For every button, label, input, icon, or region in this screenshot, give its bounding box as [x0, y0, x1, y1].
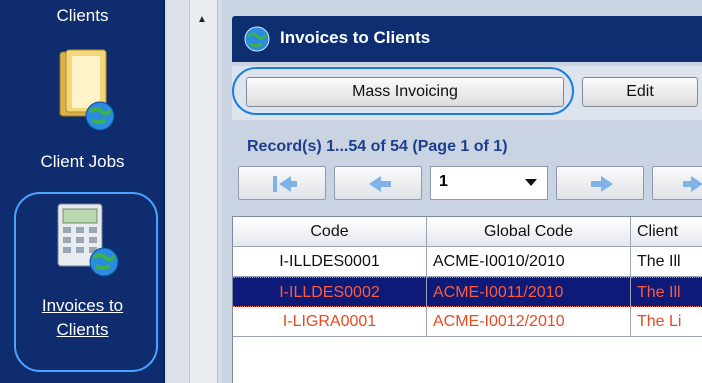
table-header: Code Global Code Client	[233, 217, 702, 247]
toolbar: Mass Invoicing Edit	[232, 66, 702, 120]
table-row[interactable]: I-LIGRA0001 ACME-I0012/2010 The Li	[233, 307, 702, 337]
folder-globe-icon[interactable]	[52, 48, 122, 134]
scrollbar-track[interactable]	[189, 0, 217, 383]
prev-page-button[interactable]	[334, 166, 422, 200]
sidebar-item-label-line2: Clients	[56, 320, 109, 339]
first-page-button[interactable]	[238, 166, 326, 200]
first-page-icon	[273, 176, 297, 192]
mass-invoicing-button[interactable]: Mass Invoicing	[246, 77, 564, 107]
page-select[interactable]: 1	[430, 166, 548, 200]
sidebar: Clients Client Jobs Invoices to Clients	[0, 0, 165, 383]
invoices-table: Code Global Code Client I-ILLDES0001 ACM…	[232, 216, 702, 383]
scroll-up-icon[interactable]: ▲	[192, 14, 212, 28]
cell-code: I-LIGRA0001	[233, 307, 427, 337]
page-select-value: 1	[439, 173, 448, 190]
cell-global-code: ACME-I0011/2010	[427, 277, 631, 307]
chevron-down-icon[interactable]	[525, 179, 537, 186]
sidebar-item-invoices-to-clients[interactable]: Invoices to Clients	[0, 294, 165, 342]
cell-code: I-ILLDES0002	[233, 277, 427, 307]
sidebar-item-label-line1: Invoices to	[41, 296, 124, 315]
cell-code: I-ILLDES0001	[233, 247, 427, 277]
main-panel: Invoices to Clients Mass Invoicing Edit …	[222, 0, 702, 383]
column-header-client[interactable]: Client	[631, 217, 702, 247]
cell-client: The Li	[631, 307, 702, 337]
column-header-global-code[interactable]: Global Code	[427, 217, 631, 247]
cell-global-code: ACME-I0012/2010	[427, 307, 631, 337]
prev-page-icon	[369, 176, 391, 192]
cell-client: The Ill	[631, 277, 702, 307]
table-row[interactable]: I-ILLDES0001 ACME-I0010/2010 The Ill	[233, 247, 702, 277]
cell-client: The Ill	[631, 247, 702, 277]
panel-header: Invoices to Clients	[232, 16, 702, 62]
cell-global-code: ACME-I0010/2010	[427, 247, 631, 277]
next-page-button[interactable]	[556, 166, 644, 200]
calculator-globe-icon[interactable]	[48, 200, 128, 280]
table-row-selected[interactable]: I-ILLDES0002 ACME-I0011/2010 The Ill	[233, 277, 702, 307]
column-header-code[interactable]: Code	[233, 217, 427, 247]
last-page-icon	[683, 176, 702, 192]
pagination: 1	[238, 166, 702, 202]
page-title: Invoices to Clients	[280, 28, 431, 47]
last-page-button[interactable]	[652, 166, 702, 200]
globe-icon	[244, 26, 270, 52]
records-info: Record(s) 1...54 of 54 (Page 1 of 1)	[247, 138, 508, 155]
sidebar-item-client-jobs[interactable]: Client Jobs	[0, 152, 165, 172]
vertical-scrollbar[interactable]	[167, 0, 218, 383]
next-page-icon	[591, 176, 613, 192]
edit-button[interactable]: Edit	[582, 77, 698, 107]
sidebar-item-clients-label[interactable]: Clients	[0, 6, 165, 26]
